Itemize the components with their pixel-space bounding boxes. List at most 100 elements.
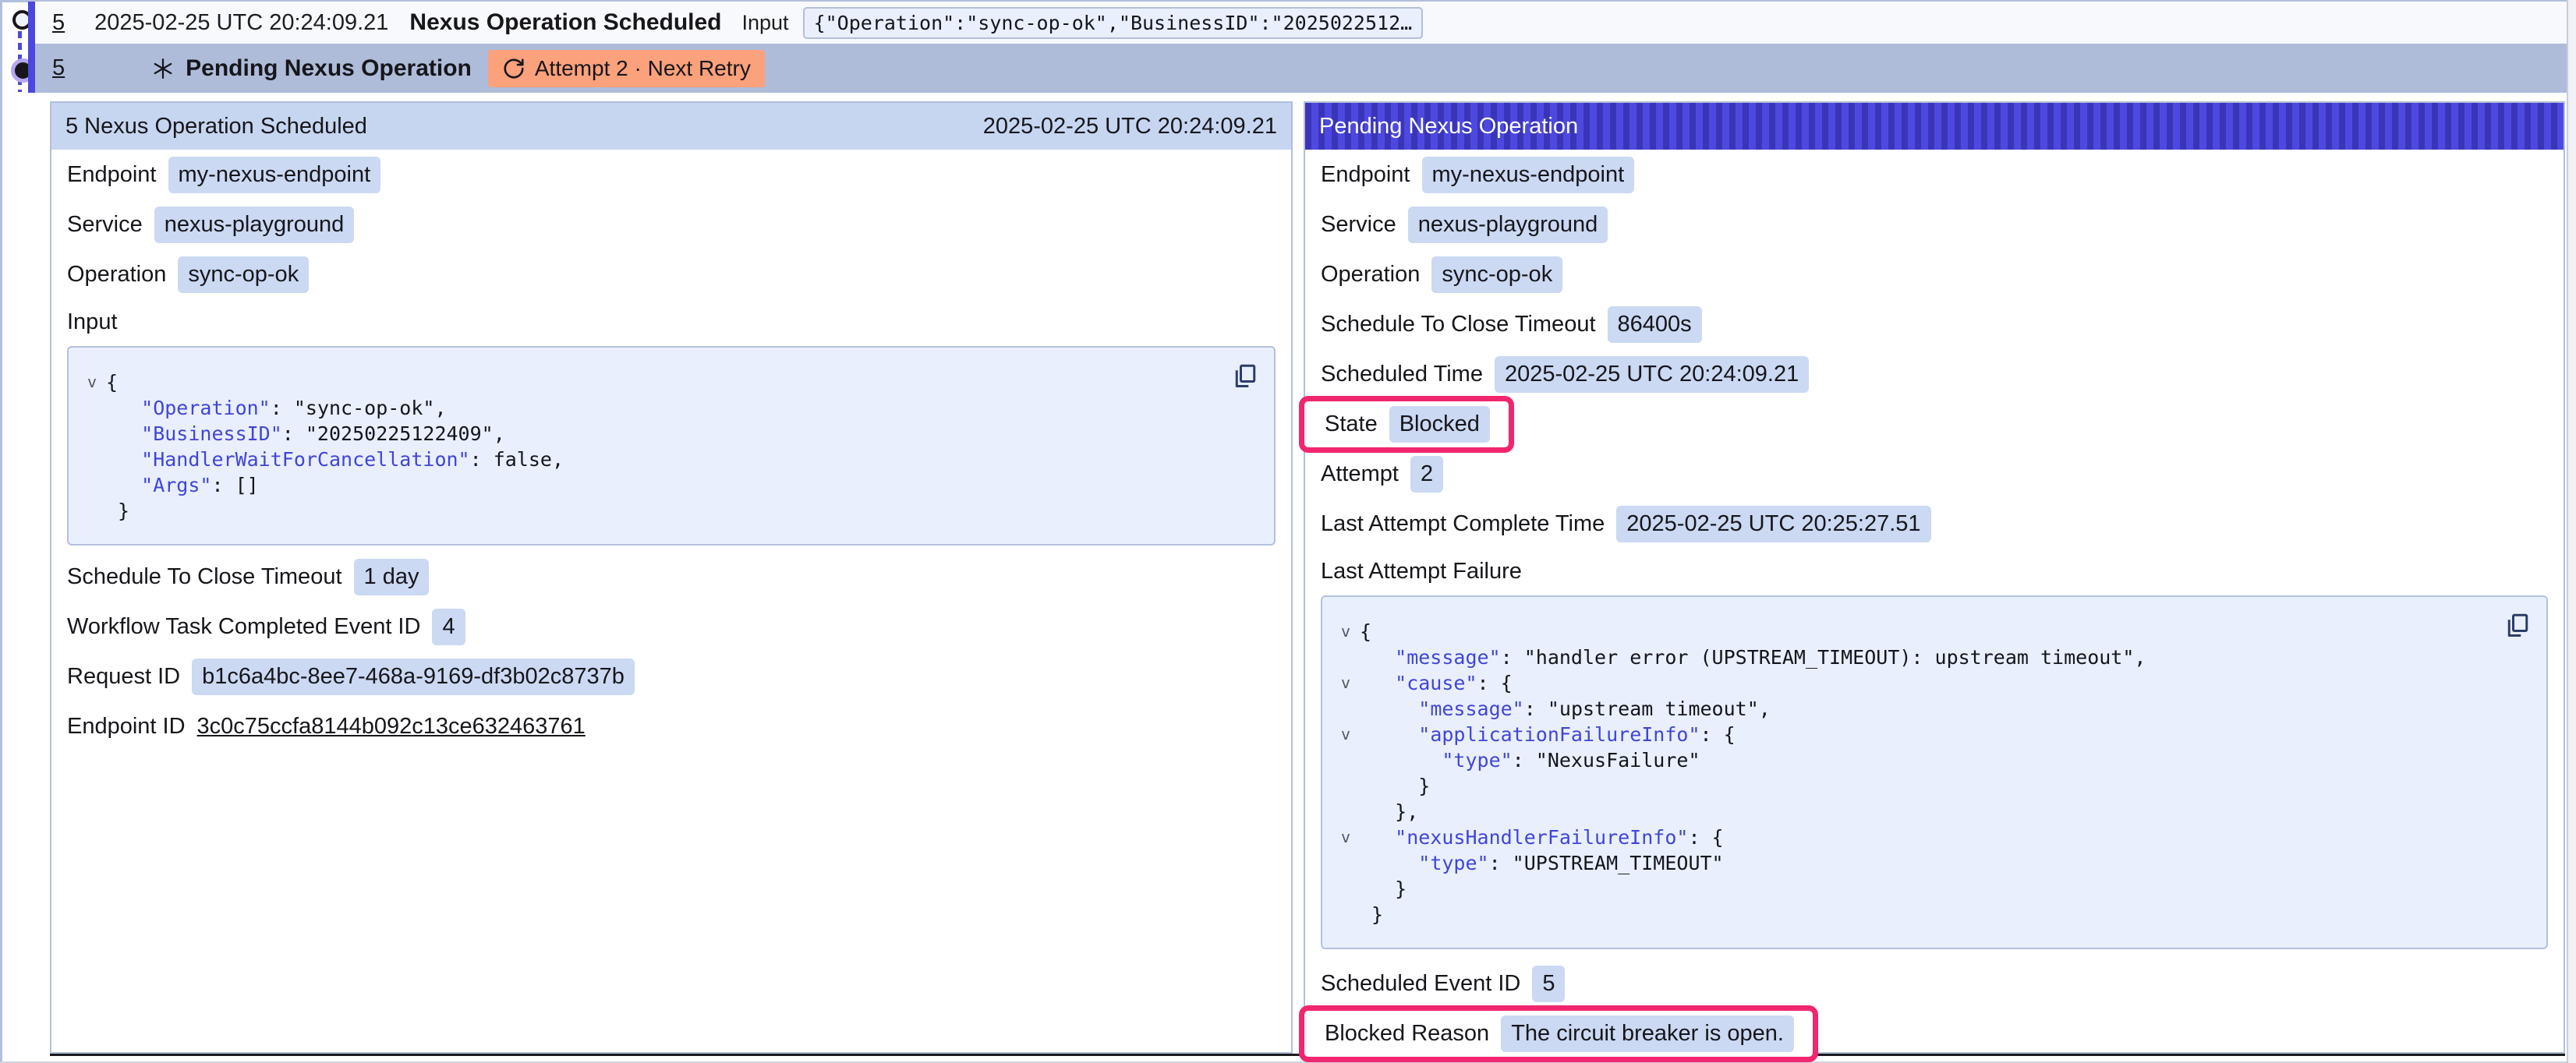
field-row-blocked-reason: Blocked Reason The circuit breaker is ope… [1321, 1008, 2548, 1058]
event-id-link[interactable]: 5 [52, 10, 65, 36]
event-id-link[interactable]: 5 [52, 55, 65, 81]
field-label: Service [67, 212, 143, 238]
attempt-retry-badge-label: Attempt 2 · Next Retry [535, 56, 751, 81]
json-line: v "applicationFailureInfo": { [1332, 722, 2500, 747]
json-gutter [1332, 696, 1360, 722]
json-code: "HandlerWaitForCancellation": false, [106, 447, 564, 472]
json-code: "BusinessID": "20250225122409", [106, 421, 505, 447]
json-code: "nexusHandlerFailureInfo": { [1360, 825, 1724, 850]
field-label: Last Attempt Complete Time [1321, 511, 1605, 537]
field-row-attempt: Attempt2 [1321, 449, 2548, 499]
field-label: Workflow Task Completed Event ID [67, 614, 420, 640]
json-line: } [1332, 902, 2500, 927]
field-value: my-nexus-endpoint [168, 157, 381, 193]
collapse-chevron-icon[interactable]: v [78, 369, 106, 395]
collapse-chevron-icon[interactable]: v [1332, 619, 1360, 645]
field-label: Blocked Reason [1325, 1021, 1489, 1047]
field-row-service: Servicenexus-playground [1321, 200, 2548, 249]
scrollbar-track[interactable] [2567, 0, 2576, 1063]
field-label: Endpoint ID [67, 714, 186, 740]
attempt-retry-badge: Attempt 2 · Next Retry [488, 50, 765, 87]
failure-json-viewer: v{ "message": "handler error (UPSTREAM_T… [1321, 595, 2548, 949]
field-label: Schedule To Close Timeout [67, 564, 342, 590]
left-panel-header: 5 Nexus Operation Scheduled 2025-02-25 U… [51, 103, 1291, 150]
retry-icon [502, 57, 525, 80]
json-line: } [1332, 876, 2500, 902]
json-code: } [1360, 876, 1407, 902]
collapse-chevron-icon[interactable]: v [1332, 825, 1360, 850]
collapse-chevron-icon[interactable]: v [1332, 722, 1360, 747]
field-row-scheduled-event-id: Scheduled Event ID5 [1321, 959, 2548, 1008]
field-value: b1c6a4bc-8ee7-468a-9169-df3b02c8737b [192, 659, 635, 695]
field-value: The circuit breaker is open. [1501, 1015, 1794, 1052]
field-value: 2025-02-25 UTC 20:24:09.21 [1495, 356, 1809, 393]
json-gutter [78, 447, 106, 472]
copy-icon[interactable] [2503, 611, 2531, 639]
json-gutter [1332, 747, 1360, 773]
field-row-scheduled-time: Scheduled Time2025-02-25 UTC 20:24:09.21 [1321, 349, 2548, 399]
json-code: { [1360, 619, 1371, 645]
json-gutter [1332, 799, 1360, 825]
json-code: } [106, 498, 129, 524]
field-row-request-id: Request IDb1c6a4bc-8ee7-468a-9169-df3b02… [67, 652, 1276, 701]
last-attempt-failure-label: Last Attempt Failure [1321, 549, 2548, 594]
event-row-pending-nexus-operation[interactable]: 5 Pending Nexus Operation Attempt 2 · Ne… [35, 44, 2567, 93]
json-line: v{ [78, 369, 1227, 395]
json-code: "type": "NexusFailure" [1360, 747, 1700, 773]
right-panel-title: Pending Nexus Operation [1319, 114, 1578, 139]
json-gutter [78, 421, 106, 447]
json-gutter [1332, 645, 1360, 670]
event-input-label: Input [742, 11, 789, 35]
left-panel-timestamp: 2025-02-25 UTC 20:24:09.21 [983, 114, 1277, 139]
field-value: 4 [432, 609, 465, 645]
left-panel-title: 5 Nexus Operation Scheduled [65, 114, 367, 139]
panel-pending-nexus-operation: Pending Nexus Operation Endpointmy-nexus… [1304, 101, 2565, 1054]
json-line: "message": "upstream timeout", [1332, 696, 2500, 722]
input-section-label: Input [67, 299, 1276, 344]
field-row-endpoint-id: Endpoint ID 3c0c75ccfa8144b092c13ce632463… [67, 701, 1276, 751]
input-json-viewer: v{ "Operation": "sync-op-ok", "BusinessI… [67, 346, 1276, 546]
json-line: } [78, 498, 1227, 524]
collapse-chevron-icon[interactable]: v [1332, 670, 1360, 696]
field-row-service: Service nexus-playground [67, 200, 1276, 249]
annotation-highlight-box: Blocked Reason The circuit breaker is ope… [1299, 1005, 1818, 1062]
field-value: 2 [1410, 456, 1443, 493]
copy-icon[interactable] [1230, 362, 1258, 390]
json-code: "message": "upstream timeout", [1360, 696, 1771, 722]
field-label: Operation [1321, 262, 1420, 288]
json-line: v "cause": { [1332, 670, 2500, 696]
event-row-nexus-operation-scheduled[interactable]: 5 2025-02-25 UTC 20:24:09.21 Nexus Opera… [35, 2, 2567, 44]
json-gutter [1332, 773, 1360, 799]
json-gutter [78, 472, 106, 498]
field-value: 5 [1532, 966, 1565, 1002]
field-row-schedule-to-close-timeout: Schedule To Close Timeout86400s [1321, 299, 2548, 349]
field-label: Service [1321, 212, 1396, 238]
window-border-left [0, 0, 2, 1063]
json-code: "Operation": "sync-op-ok", [106, 395, 447, 421]
json-line: "type": "NexusFailure" [1332, 747, 2500, 773]
field-value[interactable]: 3c0c75ccfa8144b092c13ce632463761 [197, 714, 586, 740]
pending-asterisk-icon [150, 56, 175, 81]
field-row-endpoint: Endpointmy-nexus-endpoint [67, 150, 1276, 200]
field-row-operation: Operation sync-op-ok [1321, 249, 2548, 299]
event-title: Nexus Operation Scheduled [409, 9, 721, 36]
json-code: { [106, 369, 118, 395]
field-value: nexus-playground [154, 207, 355, 243]
field-label: Endpoint [1321, 162, 1410, 188]
json-code: "message": "handler error (UPSTREAM_TIME… [1360, 645, 2146, 670]
field-value: sync-op-ok [1431, 256, 1562, 293]
field-row-schedule-to-close-timeout: Schedule To Close Timeout 1 day [67, 552, 1276, 602]
json-line: "HandlerWaitForCancellation": false, [78, 447, 1227, 472]
pending-event-title: Pending Nexus Operation [186, 55, 472, 82]
json-line: "BusinessID": "20250225122409", [78, 421, 1227, 447]
field-label: Schedule To Close Timeout [1321, 312, 1596, 337]
json-code: "applicationFailureInfo": { [1360, 722, 1736, 747]
json-line: "Operation": "sync-op-ok", [78, 395, 1227, 421]
field-value: 2025-02-25 UTC 20:25:27.51 [1616, 506, 1930, 542]
json-code: "cause": { [1360, 670, 1513, 696]
field-value: 1 day [354, 559, 430, 595]
json-line: "type": "UPSTREAM_TIMEOUT" [1332, 850, 2500, 876]
json-line: v{ [1332, 619, 2500, 645]
right-panel-header: Pending Nexus Operation [1305, 103, 2564, 150]
json-line: v "nexusHandlerFailureInfo": { [1332, 825, 2500, 850]
